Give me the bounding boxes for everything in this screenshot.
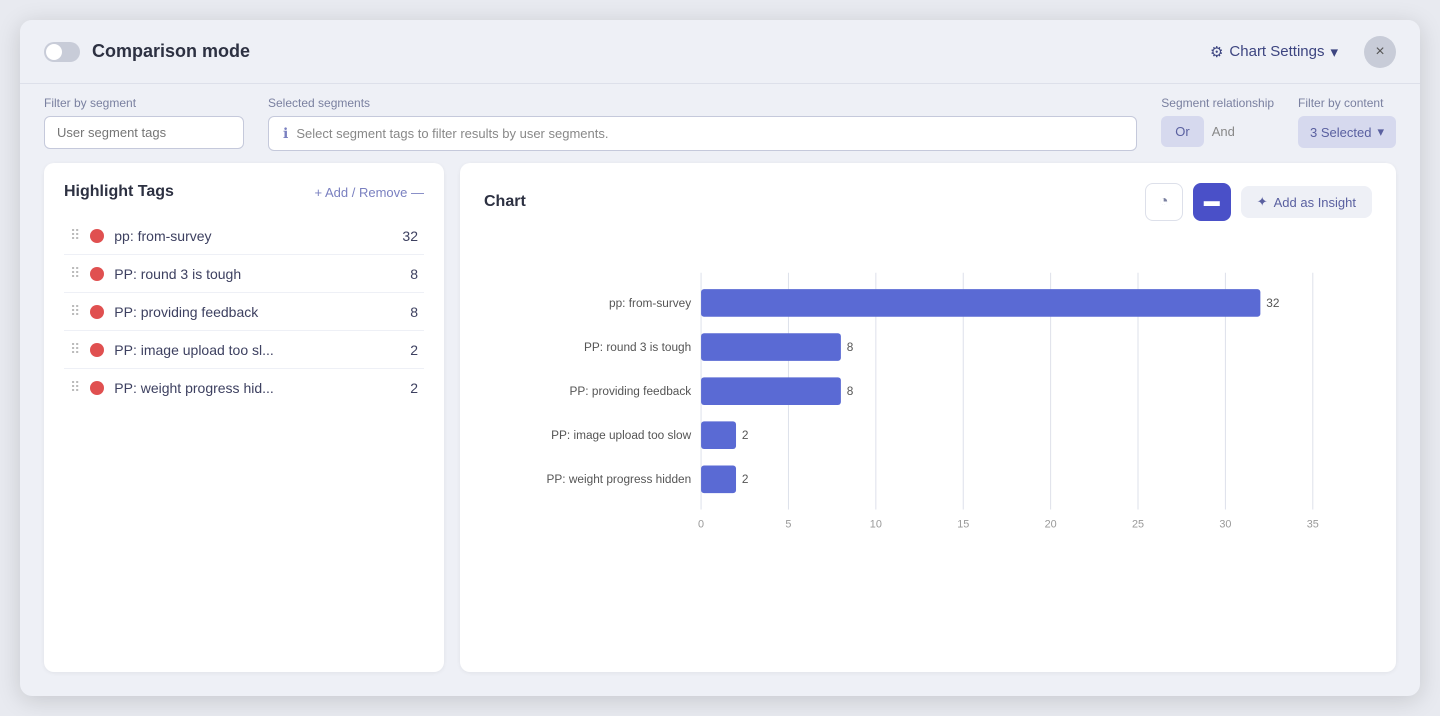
tag-count: 2: [410, 342, 418, 358]
chevron-down-icon: ▾: [1330, 43, 1338, 61]
app-window: Comparison mode ⚙ Chart Settings ▾ × Fil…: [20, 20, 1420, 696]
chart-header: Chart ◔ ▬ ✦ Add as Insight: [484, 183, 1372, 221]
comparison-mode-toggle[interactable]: [44, 42, 80, 62]
svg-text:PP: round 3 is tough: PP: round 3 is tough: [584, 340, 691, 354]
add-remove-button[interactable]: + Add / Remove —: [315, 185, 424, 200]
drag-handle-icon: ⠿: [70, 265, 80, 282]
info-icon: ℹ: [283, 125, 288, 142]
tag-row[interactable]: ⠿ PP: round 3 is tough 8: [64, 255, 424, 293]
tag-count: 8: [410, 304, 418, 320]
tag-name: PP: weight progress hid...: [114, 380, 400, 396]
svg-text:35: 35: [1307, 518, 1319, 530]
selected-segments-label: Selected segments: [268, 96, 1137, 110]
selected-info-box: ℹ Select segment tags to filter results …: [268, 116, 1137, 151]
tag-count: 8: [410, 266, 418, 282]
header-left: Comparison mode: [44, 41, 250, 62]
main-content: Highlight Tags + Add / Remove — ⠿ pp: fr…: [20, 163, 1420, 696]
svg-text:25: 25: [1132, 518, 1144, 530]
right-panel: Chart ◔ ▬ ✦ Add as Insight 0 5 10: [460, 163, 1396, 672]
svg-text:2: 2: [742, 472, 749, 486]
tag-list: ⠿ pp: from-survey 32 ⠿ PP: round 3 is to…: [64, 217, 424, 406]
tag-row[interactable]: ⠿ PP: providing feedback 8: [64, 293, 424, 331]
close-button[interactable]: ×: [1364, 36, 1396, 68]
left-panel: Highlight Tags + Add / Remove — ⠿ pp: fr…: [44, 163, 444, 672]
header-right: ⚙ Chart Settings ▾ ×: [1196, 35, 1396, 69]
chevron-down-icon: ▾: [1377, 124, 1384, 140]
svg-text:8: 8: [847, 384, 854, 398]
filter-by-content-section: Filter by content 3 Selected ▾: [1298, 96, 1396, 148]
segment-relationship-section: Segment relationship Or And: [1161, 96, 1274, 147]
svg-text:32: 32: [1266, 296, 1279, 310]
drag-handle-icon: ⠿: [70, 303, 80, 320]
chart-settings-button[interactable]: ⚙ Chart Settings ▾: [1196, 35, 1352, 69]
mode-title: Comparison mode: [92, 41, 250, 62]
tag-name: pp: from-survey: [114, 228, 392, 244]
svg-text:20: 20: [1045, 518, 1057, 530]
add-as-insight-button[interactable]: ✦ Add as Insight: [1241, 186, 1372, 218]
star-icon: ✦: [1257, 194, 1268, 210]
filter-by-content-label: Filter by content: [1298, 96, 1396, 110]
svg-text:30: 30: [1219, 518, 1231, 530]
bar-chart-button[interactable]: ▬: [1193, 183, 1231, 221]
selected-count-label: 3 Selected: [1310, 125, 1371, 140]
svg-text:0: 0: [698, 518, 704, 530]
tag-dot: [90, 267, 104, 281]
svg-text:8: 8: [847, 340, 854, 354]
svg-text:2: 2: [742, 428, 749, 442]
and-text: And: [1212, 124, 1235, 139]
segment-tags-input[interactable]: [44, 116, 244, 149]
svg-text:10: 10: [870, 518, 882, 530]
or-button[interactable]: Or: [1161, 116, 1203, 147]
header: Comparison mode ⚙ Chart Settings ▾ ×: [20, 20, 1420, 84]
highlight-tags-title: Highlight Tags: [64, 183, 174, 201]
tag-name: PP: image upload too sl...: [114, 342, 400, 358]
filter-by-segment-label: Filter by segment: [44, 96, 244, 110]
filter-bar: Filter by segment Selected segments ℹ Se…: [20, 84, 1420, 163]
chart-title: Chart: [484, 193, 526, 211]
tag-count: 32: [402, 228, 418, 244]
tag-dot: [90, 381, 104, 395]
tag-row[interactable]: ⠿ PP: image upload too sl... 2: [64, 331, 424, 369]
drag-handle-icon: ⠿: [70, 379, 80, 396]
svg-text:pp: from-survey: pp: from-survey: [609, 296, 691, 310]
svg-text:15: 15: [957, 518, 969, 530]
panel-header: Highlight Tags + Add / Remove —: [64, 183, 424, 201]
relationship-controls: Or And: [1161, 116, 1274, 147]
svg-text:5: 5: [785, 518, 791, 530]
chart-controls: ◔ ▬ ✦ Add as Insight: [1145, 183, 1372, 221]
segment-relationship-label: Segment relationship: [1161, 96, 1274, 110]
tag-row[interactable]: ⠿ PP: weight progress hid... 2: [64, 369, 424, 406]
selected-dropdown-button[interactable]: 3 Selected ▾: [1298, 116, 1396, 148]
selected-info-text: Select segment tags to filter results by…: [296, 126, 608, 141]
svg-text:PP: weight progress hidden: PP: weight progress hidden: [547, 472, 692, 486]
chart-settings-label: Chart Settings: [1229, 43, 1324, 60]
bar-chart-icon: ▬: [1204, 193, 1220, 211]
tag-name: PP: round 3 is tough: [114, 266, 400, 282]
svg-text:PP: providing feedback: PP: providing feedback: [570, 384, 692, 398]
add-insight-label: Add as Insight: [1274, 195, 1356, 210]
bar-chart-svg: 0 5 10 15 20 25 30 35 pp: from-survey 32 PP: round…: [484, 241, 1372, 561]
tag-count: 2: [410, 380, 418, 396]
tag-row[interactable]: ⠿ pp: from-survey 32: [64, 217, 424, 255]
drag-handle-icon: ⠿: [70, 227, 80, 244]
tag-dot: [90, 305, 104, 319]
selected-segments-section: Selected segments ℹ Select segment tags …: [268, 96, 1137, 151]
tag-name: PP: providing feedback: [114, 304, 400, 320]
tag-dot: [90, 343, 104, 357]
filter-by-segment-section: Filter by segment: [44, 96, 244, 149]
svg-text:PP: image upload too slow: PP: image upload too slow: [551, 428, 692, 442]
pie-chart-button[interactable]: ◔: [1145, 183, 1183, 221]
chart-settings-icon: ⚙: [1210, 43, 1223, 61]
tag-dot: [90, 229, 104, 243]
pie-chart-icon: ◔: [1159, 193, 1169, 211]
drag-handle-icon: ⠿: [70, 341, 80, 358]
